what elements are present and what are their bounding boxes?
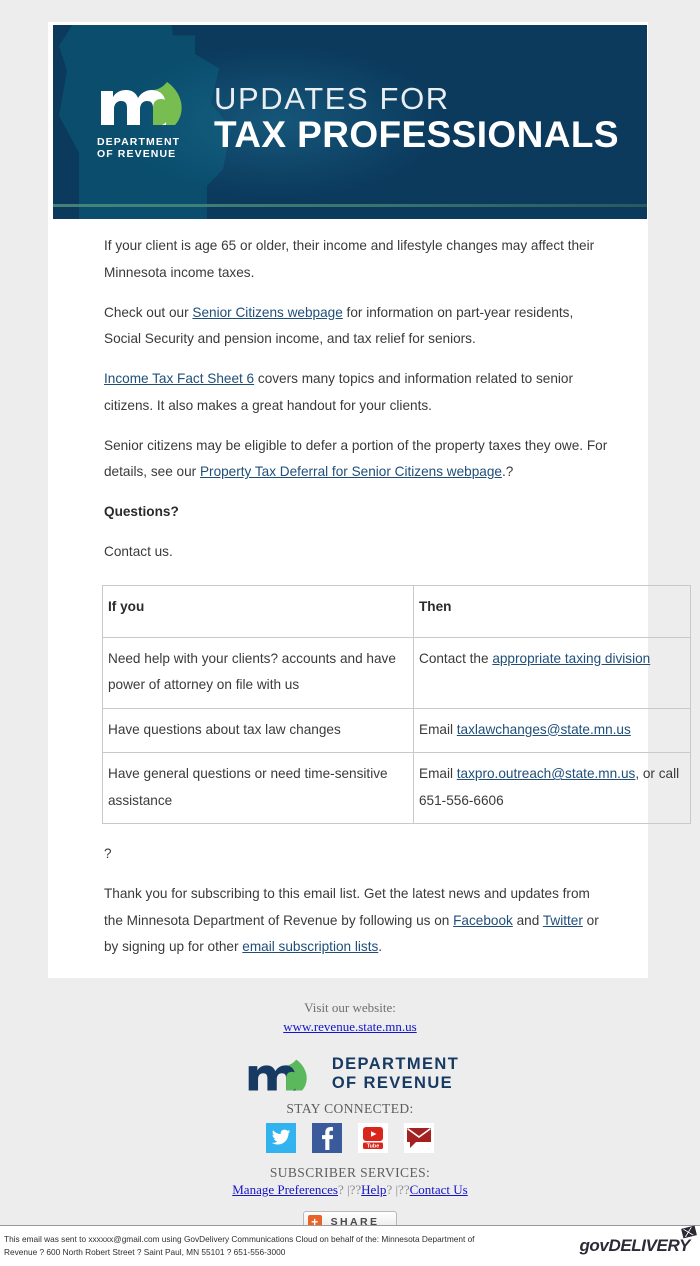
- table-cell-if-you: Need help with your clients? accounts an…: [102, 636, 414, 709]
- paragraph-intro: If your client is age 65 or older, their…: [104, 233, 612, 287]
- link-email-subscription-lists[interactable]: email subscription lists: [242, 939, 378, 954]
- link-twitter[interactable]: Twitter: [543, 913, 583, 928]
- table-cell-then: Email taxpro.outreach@state.mn.us, or ca…: [413, 752, 691, 825]
- paragraph-senior-webpage: Check out our Senior Citizens webpage fo…: [104, 300, 612, 354]
- table-row: Have questions about tax law changes Ema…: [102, 707, 691, 754]
- table-header-row: If you Then: [102, 584, 691, 638]
- link-facebook[interactable]: Facebook: [453, 913, 513, 928]
- table-cell-then: Email taxlawchanges@state.mn.us: [413, 707, 691, 754]
- paragraph-intro-text: If your client is age 65 or older, their…: [104, 238, 595, 280]
- link-taxlawchanges-email[interactable]: taxlawchanges@state.mn.us: [457, 722, 631, 737]
- link-separator-1: ? |??: [337, 1181, 362, 1197]
- banner-content: DEPARTMENT OF REVENUE UPDATES FOR TAX PR…: [97, 77, 619, 161]
- paragraph-fact-sheet: Income Tax Fact Sheet 6 covers many topi…: [104, 366, 612, 420]
- envelope-icon: [681, 1225, 697, 1238]
- youtube-play-glyph: Tube: [363, 1126, 383, 1150]
- email-card: DEPARTMENT OF REVENUE UPDATES FOR TAX PR…: [48, 22, 691, 1029]
- email-body: If your client is age 65 or older, their…: [48, 219, 691, 1029]
- table-cell-then: Contact the appropriate taxing division: [413, 636, 691, 709]
- banner-title-line2: TAX PROFESSIONALS: [214, 114, 619, 156]
- paragraph-placeholder-after-table: ?: [104, 841, 612, 868]
- table-cell-then-before: Email: [419, 721, 457, 737]
- govdelivery-bottom-bar: This email was sent to xxxxxx@gmail.com …: [0, 1225, 700, 1266]
- facebook-f-glyph: [322, 1126, 333, 1150]
- table-row: Need help with your clients? accounts an…: [102, 636, 691, 709]
- compliance-text-line2: Revenue ? 600 North Robert Street ? Sain…: [4, 1247, 286, 1257]
- svg-text:Tube: Tube: [367, 1144, 379, 1150]
- table-cell-if-you: Have questions about tax law changes: [102, 707, 414, 754]
- paragraph-thank-you: Thank you for subscribing to this email …: [104, 881, 612, 961]
- p5-text-after: .: [378, 939, 383, 955]
- p2-text-before: Check out our: [104, 304, 193, 320]
- link-taxpro-outreach-email[interactable]: taxpro.outreach@state.mn.us: [457, 766, 636, 781]
- placeholder-qmark-1: ?: [104, 846, 112, 862]
- mn-logo-banner: DEPARTMENT OF REVENUE: [97, 77, 192, 161]
- link-appropriate-taxing-division[interactable]: appropriate taxing division: [492, 651, 650, 666]
- table-cell-then-before: Contact the: [419, 650, 493, 666]
- footer-dept-line1: DEPARTMENT: [331, 1055, 460, 1073]
- compliance-text-line1: This email was sent to xxxxxx@gmail.com …: [4, 1234, 475, 1245]
- heading-questions: Questions?: [104, 499, 612, 526]
- youtube-icon[interactable]: Tube: [358, 1122, 388, 1153]
- link-manage-preferences[interactable]: Manage Preferences: [232, 1182, 338, 1197]
- table-header-then: Then: [413, 584, 691, 638]
- govdelivery-logo: govDELIVERY: [579, 1236, 694, 1256]
- stay-connected-label: STAY CONNECTED:: [286, 1100, 414, 1116]
- footer-mn-logo: DEPARTMENT OF REVENUE: [0, 1055, 700, 1094]
- heading-questions-text: Questions?: [104, 504, 179, 520]
- mn-logo-dept-line1: DEPARTMENT: [97, 136, 181, 148]
- mn-logo-dept-line2: OF REVENUE: [97, 148, 177, 161]
- visit-website-label: Visit our website:: [304, 1000, 396, 1015]
- link-help[interactable]: Help: [361, 1182, 386, 1197]
- subscriber-services-links: Manage Preferences? |??Help? |??Contact …: [0, 1182, 700, 1198]
- table-header-if-you: If you: [102, 584, 414, 638]
- banner-accent-rule: [53, 204, 647, 207]
- table-cell-if-you: Have general questions or need time-sens…: [102, 752, 414, 825]
- email-header-banner: DEPARTMENT OF REVENUE UPDATES FOR TAX PR…: [53, 25, 647, 219]
- footer-department-text: DEPARTMENT OF REVENUE: [332, 1055, 459, 1094]
- if-you-then-table: If you Then Need help with your clients?…: [102, 584, 691, 825]
- mn-logo-mark-icon: [101, 82, 182, 125]
- link-senior-citizens-webpage[interactable]: Senior Citizens webpage: [192, 305, 342, 320]
- link-revenue-website[interactable]: www.revenue.state.mn.us: [283, 1019, 416, 1035]
- banner-title-line1: UPDATES FOR: [214, 80, 450, 116]
- email-footer: Visit our website: www.revenue.state.mn.…: [0, 978, 700, 1233]
- twitter-icon[interactable]: [266, 1122, 296, 1153]
- p5-text-mid: and: [512, 912, 543, 928]
- link-property-tax-deferral-webpage[interactable]: Property Tax Deferral for Senior Citizen…: [200, 464, 502, 479]
- twitter-bird-glyph: [271, 1130, 291, 1145]
- mn-logo-mark-icon: [248, 1060, 307, 1092]
- link-income-tax-fact-sheet-6[interactable]: Income Tax Fact Sheet 6: [104, 371, 254, 386]
- paragraph-contact-us-text: Contact us.: [104, 543, 173, 559]
- email-body-content: If your client is age 65 or older, their…: [102, 233, 691, 1001]
- paragraph-contact-us: Contact us.: [104, 539, 612, 566]
- footer-dept-line2: OF REVENUE: [331, 1074, 454, 1093]
- paragraph-property-tax-deferral: Senior citizens may be eligible to defer…: [104, 433, 612, 487]
- mn-logo-department-text: DEPARTMENT OF REVENUE: [97, 136, 192, 161]
- link-separator-2: ? |??: [386, 1181, 410, 1197]
- compliance-text: This email was sent to xxxxxx@gmail.com …: [4, 1233, 474, 1258]
- subscriber-services-label: SUBSCRIBER SERVICES:: [269, 1164, 431, 1180]
- link-contact-us[interactable]: Contact Us: [410, 1182, 468, 1197]
- p4-text-after: .?: [501, 464, 514, 480]
- table-cell-then-before: Email: [419, 766, 457, 782]
- table-row: Have general questions or need time-sens…: [102, 752, 691, 825]
- banner-title-group: UPDATES FOR TAX PROFESSIONALS: [214, 83, 619, 155]
- govdelivery-wordmark: govDELIVERY: [579, 1236, 690, 1255]
- social-links-row: Tube: [0, 1122, 700, 1153]
- facebook-icon[interactable]: [312, 1122, 342, 1153]
- email-icon[interactable]: [404, 1122, 434, 1153]
- envelope-glyph: [407, 1127, 431, 1148]
